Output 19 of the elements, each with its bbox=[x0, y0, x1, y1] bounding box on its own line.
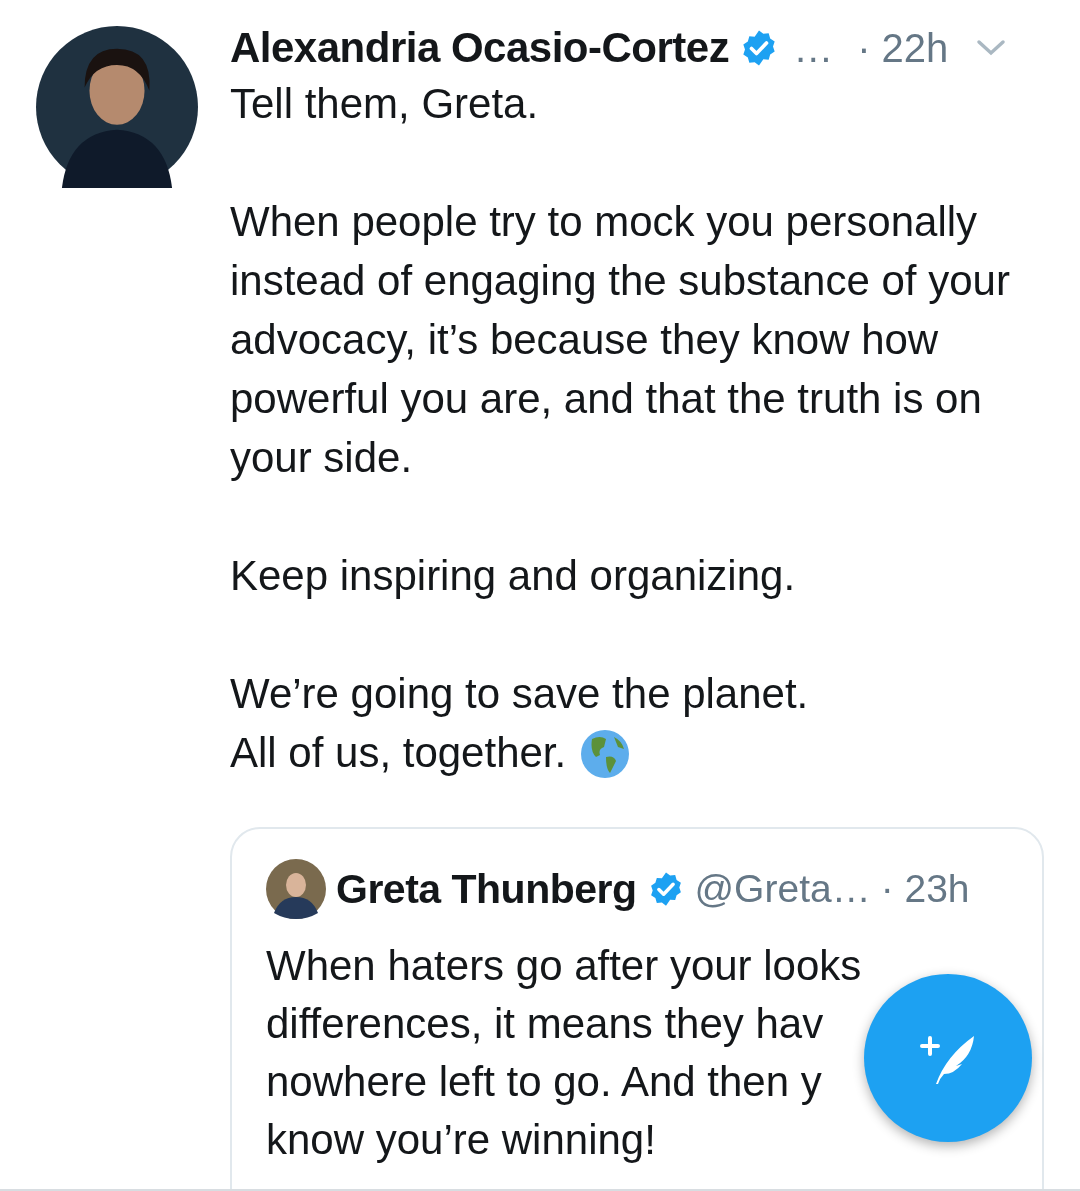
quoted-text-line: differences, it means they hav bbox=[266, 999, 824, 1049]
tweet-time: · 22h bbox=[857, 25, 949, 71]
globe-icon bbox=[580, 729, 631, 779]
tweet-text: Tell them, Greta. bbox=[230, 79, 540, 129]
author-name[interactable]: Greta Thunberg bbox=[336, 865, 637, 913]
tweet-text: When people try to mock you personally instead of engaging the substance of your advocacy, it’s because they know how powerful you are, and that the truth is on your side. bbox=[230, 197, 1011, 483]
tweet-text: Keep inspiring and organizing. bbox=[230, 551, 797, 601]
quoted-text-line: know you’re winning! bbox=[266, 1115, 656, 1165]
chevron-down-icon[interactable] bbox=[976, 38, 1007, 58]
avatar[interactable] bbox=[36, 26, 198, 188]
compose-button[interactable] bbox=[864, 974, 1032, 1142]
tweet-time: · 23h bbox=[880, 867, 970, 911]
author-handle: @Greta… bbox=[694, 867, 871, 911]
quoted-text-line: nowhere left to go. And then y bbox=[266, 1057, 822, 1107]
tweet-text: We’re going to save the planet. All of us, together. bbox=[230, 664, 1030, 782]
avatar bbox=[266, 859, 326, 919]
quoted-text-line: When haters go after your looks bbox=[266, 941, 862, 991]
author-handle: … bbox=[793, 25, 834, 71]
author-name[interactable]: Alexandria Ocasio-Cortez bbox=[230, 24, 730, 72]
